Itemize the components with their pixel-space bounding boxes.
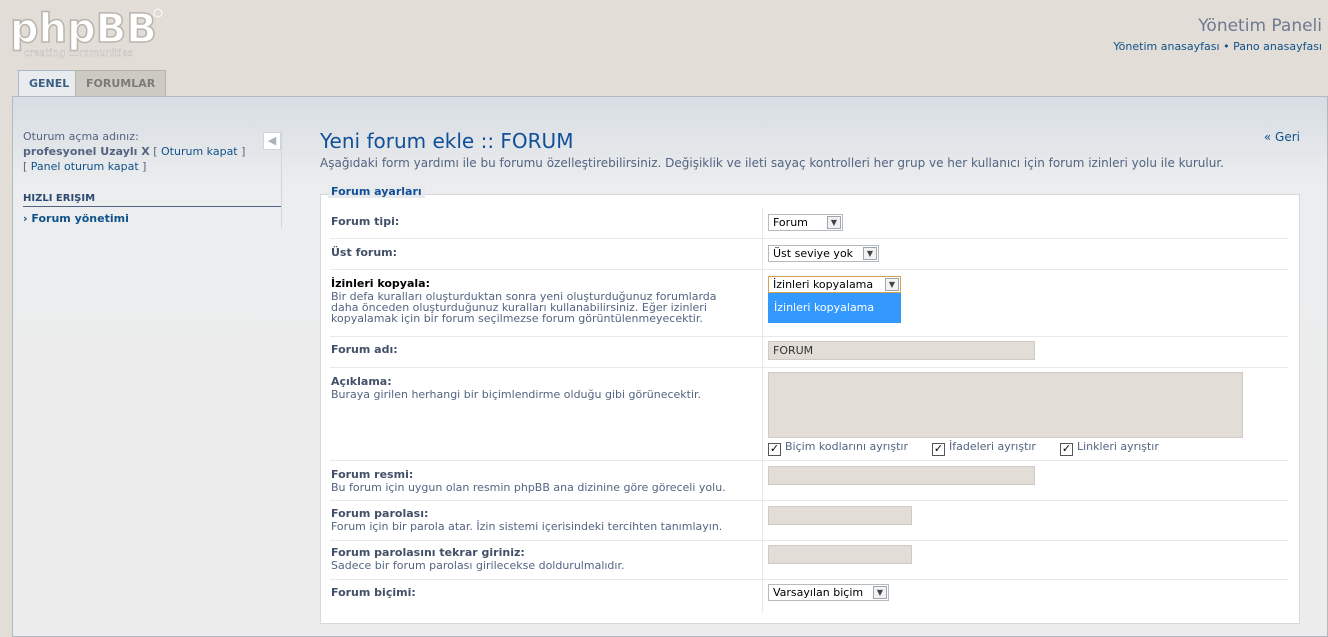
- forum-password-confirm-input[interactable]: [768, 545, 912, 564]
- tab-forums[interactable]: FORUMLAR: [75, 70, 167, 96]
- site-title: Yönetim Paneli: [1198, 16, 1322, 36]
- parent-forum-value: Üst seviye yok: [773, 247, 854, 260]
- sidebar-item-label: Forum yönetimi: [31, 212, 129, 225]
- forum-password-input[interactable]: [768, 506, 912, 525]
- logo-wordmark: phpBB: [10, 6, 157, 52]
- row-divider: [330, 238, 1288, 239]
- row-divider: [330, 367, 1288, 368]
- sidebar-item-forum-management[interactable]: › Forum yönetimi: [23, 212, 129, 225]
- page-title: Yeni forum ekle :: FORUM: [320, 129, 574, 153]
- bracket: ]: [241, 145, 246, 158]
- parse-smilies-option: ✓ İfadeleri ayrıştır: [932, 440, 1036, 456]
- quick-access-title: HIZLI ERIŞIM: [23, 193, 281, 207]
- row-divider: [330, 269, 1288, 270]
- row-divider: [330, 579, 1288, 580]
- forum-type-label: Forum tipi:: [331, 215, 400, 228]
- username: profesyonel Uzaylı X: [23, 145, 150, 158]
- board-home-link[interactable]: Pano anasayfası: [1233, 40, 1322, 53]
- phpbb-logo-icon: phpBB creating communities: [9, 5, 163, 59]
- panel-logout-link[interactable]: Panel oturum kapat: [31, 160, 139, 173]
- checkbox-label: Biçim kodlarını ayrıştır: [785, 440, 908, 453]
- login-label: Oturum açma adınız:: [23, 130, 139, 143]
- admin-home-link[interactable]: Yönetim anasayfası: [1113, 40, 1219, 53]
- description-label: Açıklama:: [331, 375, 392, 388]
- copy-permissions-explain: Bir defa kuralları oluşturduktan sonra y…: [331, 291, 751, 324]
- forum-image-input[interactable]: [768, 466, 1035, 485]
- checkbox-label: İfadeleri ayrıştır: [949, 440, 1036, 453]
- copy-permissions-select[interactable]: İzinleri kopyalama ▼: [768, 276, 901, 293]
- logout-link[interactable]: Oturum kapat: [161, 145, 238, 158]
- parse-bbcode-option: ✓ Biçim kodlarını ayrıştır: [768, 440, 908, 456]
- parse-urls-option: ✓ Linkleri ayrıştır: [1060, 440, 1159, 456]
- forum-type-select[interactable]: Forum ▼: [768, 214, 843, 231]
- logo-tagline: creating communities: [24, 48, 133, 59]
- row-divider: [330, 460, 1288, 461]
- forum-style-value: Varsayılan biçim: [773, 586, 864, 599]
- panel-logout: [ Panel oturum kapat ]: [23, 160, 146, 173]
- bullet-icon: ›: [23, 212, 28, 225]
- description-explain: Buraya girilen herhangi bir biçimlendirm…: [331, 388, 702, 401]
- forum-name-label: Forum adı:: [331, 343, 398, 356]
- copy-permissions-label: İzinleri kopyala:: [331, 277, 430, 290]
- forum-style-label: Forum biçimi:: [331, 586, 416, 599]
- parse-bbcode-checkbox[interactable]: ✓: [768, 443, 781, 456]
- forum-image-label: Forum resmi:: [331, 468, 414, 481]
- row-divider: [330, 540, 1288, 541]
- forum-type-value: Forum: [773, 216, 808, 229]
- parent-forum-select[interactable]: Üst seviye yok ▼: [768, 245, 879, 262]
- bracket: ]: [142, 160, 147, 173]
- explain-line: kopyalamak için bir forum seçilmezse for…: [331, 312, 703, 325]
- sidebar-divider: [281, 130, 282, 228]
- forum-style-select[interactable]: Varsayılan biçim ▼: [768, 584, 889, 601]
- parse-urls-checkbox[interactable]: ✓: [1060, 443, 1073, 456]
- description-textarea[interactable]: [768, 372, 1243, 438]
- forum-name-input[interactable]: FORUM: [768, 341, 1035, 360]
- chevron-down-icon: ▼: [873, 586, 887, 599]
- forum-image-explain: Bu forum için uygun olan resmin phpBB an…: [331, 481, 726, 494]
- copy-permissions-value: İzinleri kopyalama: [773, 278, 874, 291]
- header-links: Yönetim anasayfası • Pano anasayfası: [1113, 40, 1322, 53]
- fieldset-legend: Forum ayarları: [328, 185, 425, 198]
- collapse-sidebar-icon[interactable]: ◀: [263, 132, 281, 150]
- row-divider: [330, 336, 1288, 337]
- phpbb-logo[interactable]: phpBB creating communities: [9, 4, 170, 62]
- bracket: [: [23, 160, 28, 173]
- tab-general[interactable]: GENEL: [18, 70, 81, 97]
- forum-password-confirm-label: Forum parolasını tekrar giriniz:: [331, 546, 525, 559]
- page-description: Aşağıdaki form yardımı ile bu forumu öze…: [320, 156, 1224, 170]
- forum-password-label: Forum parolası:: [331, 507, 429, 520]
- chevron-down-icon: ▼: [863, 247, 877, 260]
- user-info: profesyonel Uzaylı X [ Oturum kapat ]: [23, 145, 245, 158]
- parent-forum-label: Üst forum:: [331, 246, 398, 259]
- chevron-down-icon: ▼: [827, 216, 841, 229]
- forum-password-confirm-explain: Sadece bir forum parolası girilecekse do…: [331, 559, 625, 572]
- parse-smilies-checkbox[interactable]: ✓: [932, 443, 945, 456]
- link-separator: •: [1223, 40, 1230, 53]
- bracket: [: [153, 145, 158, 158]
- checkbox-label: Linkleri ayrıştır: [1077, 440, 1159, 453]
- row-divider: [330, 500, 1288, 501]
- copy-permissions-option[interactable]: İzinleri kopyalama: [768, 293, 901, 323]
- back-link[interactable]: « Geri: [1264, 130, 1300, 144]
- forum-password-explain: Forum için bir parola atar. İzin sistemi…: [331, 520, 723, 533]
- chevron-down-icon: ▼: [885, 278, 899, 291]
